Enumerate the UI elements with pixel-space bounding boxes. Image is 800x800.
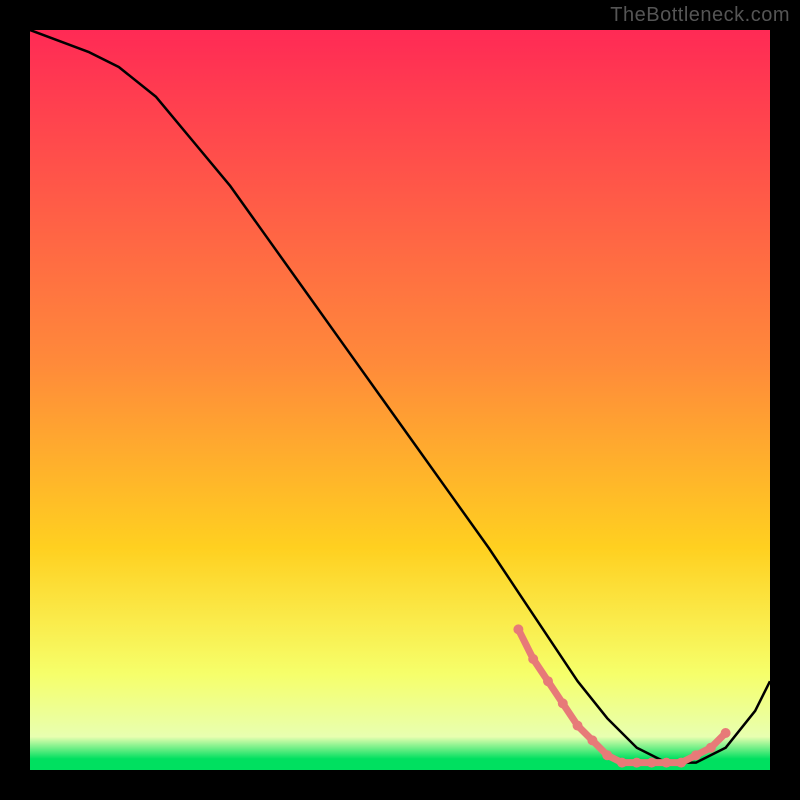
highlight-point	[661, 758, 671, 768]
highlight-point	[513, 624, 523, 634]
watermark-text: TheBottleneck.com	[610, 4, 790, 27]
highlight-point	[528, 654, 538, 664]
highlight-point	[647, 758, 657, 768]
chart-svg	[30, 30, 770, 770]
highlight-point	[721, 728, 731, 738]
highlight-point	[632, 758, 642, 768]
highlight-point	[573, 721, 583, 731]
gradient-background	[30, 30, 770, 770]
highlight-point	[587, 735, 597, 745]
highlight-point	[706, 743, 716, 753]
highlight-point	[691, 750, 701, 760]
plot-area	[30, 30, 770, 770]
highlight-point	[543, 676, 553, 686]
highlight-point	[617, 758, 627, 768]
chart-frame: TheBottleneck.com	[0, 0, 800, 800]
highlight-point	[602, 750, 612, 760]
highlight-point	[558, 698, 568, 708]
highlight-point	[676, 758, 686, 768]
